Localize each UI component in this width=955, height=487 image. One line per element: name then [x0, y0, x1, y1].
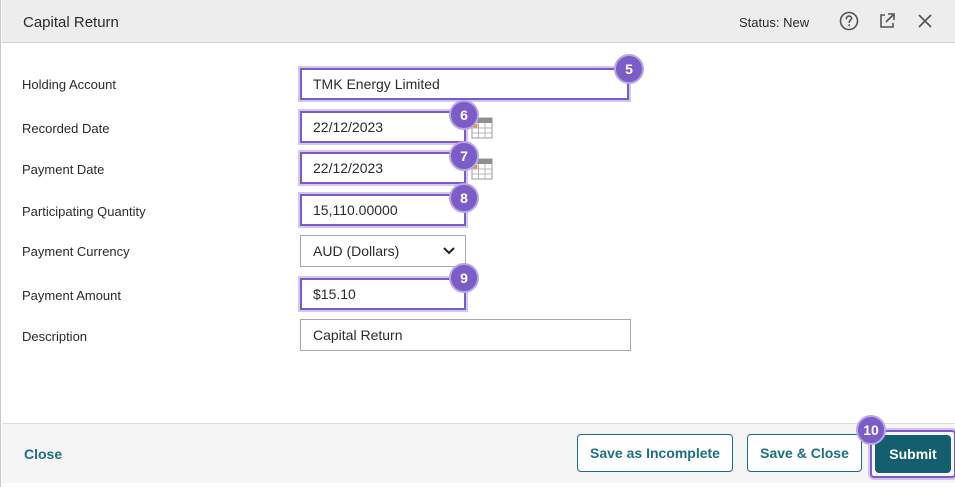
- step-badge-9: 9: [449, 263, 479, 293]
- recorded-date-field[interactable]: 22/12/2023: [300, 111, 466, 143]
- dialog-footer: Close Save as Incomplete Save & Close Su…: [2, 415, 955, 483]
- holding-account-field[interactable]: TMK Energy Limited: [300, 68, 629, 100]
- save-as-incomplete-button[interactable]: Save as Incomplete: [577, 434, 733, 472]
- chevron-down-icon: [443, 247, 455, 255]
- payment-amount-label: Payment Amount: [22, 288, 121, 303]
- capital-return-dialog: Capital Return Status: New Holding Accou…: [0, 0, 955, 487]
- payment-date-field[interactable]: 22/12/2023: [300, 152, 466, 184]
- description-label: Description: [22, 329, 88, 344]
- payment-date-label: Payment Date: [22, 162, 105, 177]
- dialog-title: Capital Return: [23, 14, 119, 31]
- payment-currency-label: Payment Currency: [22, 244, 130, 259]
- open-external-icon[interactable]: [876, 10, 898, 32]
- participating-quantity-field[interactable]: 15,110.00000: [300, 194, 466, 226]
- participating-quantity-label: Participating Quantity: [22, 204, 146, 219]
- payment-amount-field[interactable]: $15.10: [300, 278, 466, 310]
- payment-currency-value: AUD (Dollars): [313, 243, 400, 259]
- step-badge-8: 8: [449, 183, 479, 213]
- dialog-header: Capital Return Status: New: [2, 0, 955, 43]
- step-badge-7: 7: [449, 141, 479, 171]
- save-and-close-button[interactable]: Save & Close: [747, 434, 862, 472]
- status-label: Status: New: [739, 15, 810, 30]
- recorded-date-label: Recorded Date: [22, 121, 110, 136]
- submit-button[interactable]: Submit: [875, 435, 951, 473]
- step-badge-10: 10: [856, 415, 886, 445]
- step-badge-5: 5: [614, 54, 644, 84]
- holding-account-label: Holding Account: [22, 77, 116, 92]
- help-icon[interactable]: [838, 10, 860, 32]
- description-field[interactable]: Capital Return: [300, 319, 631, 351]
- close-icon[interactable]: [914, 10, 936, 32]
- payment-currency-select[interactable]: AUD (Dollars): [300, 235, 466, 267]
- step-badge-6: 6: [449, 100, 479, 130]
- close-link[interactable]: Close: [24, 446, 62, 462]
